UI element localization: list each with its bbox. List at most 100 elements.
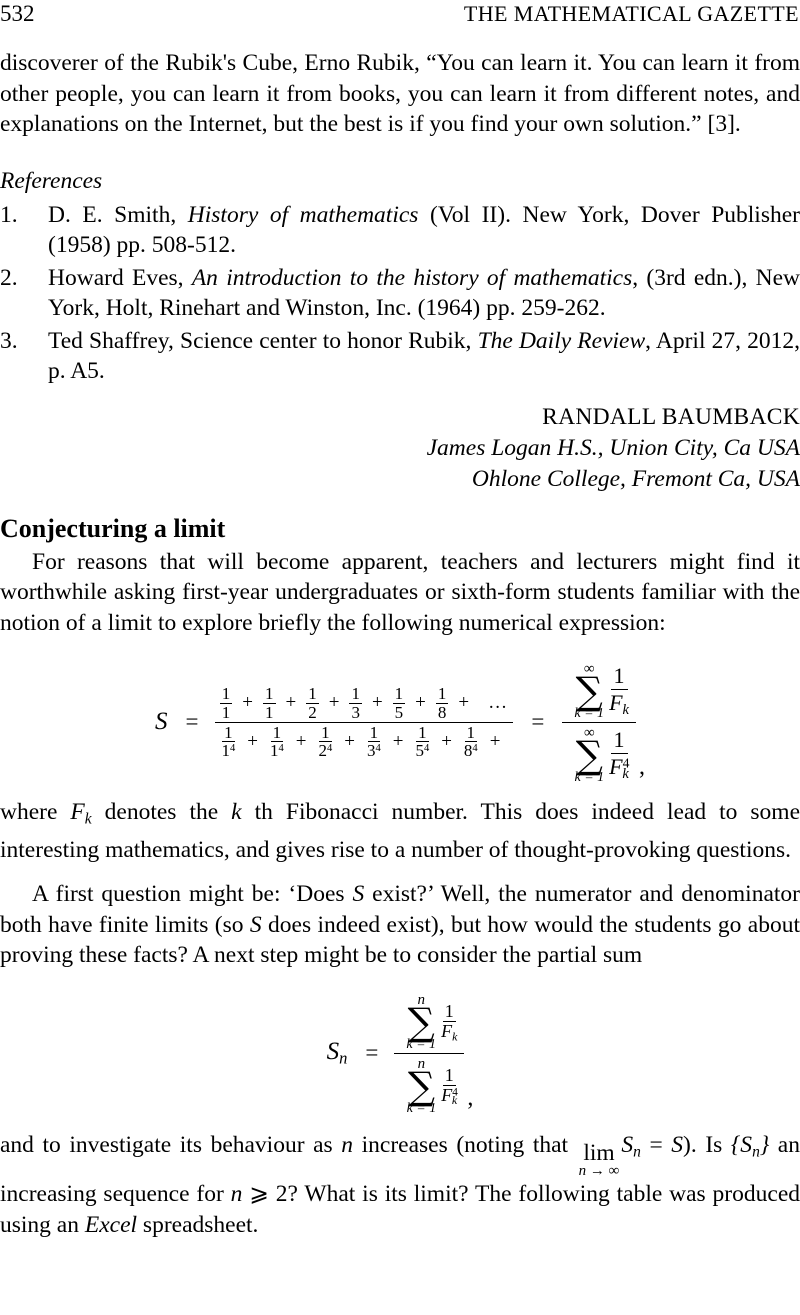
term-fraction: 18 (435, 684, 449, 722)
term-numerator: 1 (263, 684, 276, 704)
article-paragraph-3: A first question might be: ‘Does S exist… (0, 879, 800, 971)
index-k: k (231, 798, 242, 825)
fibonacci-symbol: F (441, 1020, 453, 1041)
summand-denominator: F4k (606, 754, 632, 783)
symbol-n: n (341, 1131, 354, 1158)
term-fraction: 11 (219, 684, 233, 721)
equation-1-equals-2: = (531, 709, 545, 735)
article-paragraph-4: and to investigate its behaviour as n in… (0, 1130, 800, 1241)
equation-2-denominator: n ∑ k = 1 1 F4k (395, 1054, 465, 1116)
lim-word: lim (583, 1139, 615, 1166)
author-affiliation-2: Ohlone College, Fremont Ca, USA (471, 465, 800, 492)
summation-operator: n ∑ k = 1 (406, 1056, 437, 1116)
symbol-S: S (621, 1131, 634, 1158)
plus-sign: + (415, 692, 426, 714)
summand-numerator: 1 (610, 727, 628, 755)
reference-text-part: D. E. Smith, (48, 201, 188, 228)
symbol-S: S (352, 881, 365, 908)
term-denominator: 2 (308, 702, 317, 722)
fibonacci-symbol: F (609, 690, 623, 716)
plus-sign: + (392, 730, 404, 752)
term-numerator: 1 (222, 722, 235, 743)
para4-tail: spreadsheet. (137, 1211, 259, 1238)
sigma-glyph: ∑ (575, 669, 603, 713)
sum-lower-limit: k = 1 (406, 1036, 437, 1052)
plus-sign: + (371, 692, 383, 714)
summand-numerator: 1 (442, 1065, 456, 1086)
fibonacci-symbol: F (609, 754, 623, 780)
summand-fraction: 1 Fk (439, 1002, 459, 1042)
fibonacci-index: k (452, 1028, 458, 1043)
equation-1-numerator: 11 + 11 + 12 + 13 + 15 + 18 + … (214, 684, 514, 723)
term-fraction: 1 34 (365, 724, 383, 760)
reference-item: 3. Ted Shaffrey, Science center to honor… (0, 326, 800, 387)
sum-lower-limit: k = 1 (574, 705, 605, 721)
author-affiliation-1: James Logan H.S., Union City, Ca USA (426, 434, 800, 461)
fibonacci-symbol-inline: Fk (70, 798, 92, 828)
symbol-S: S (249, 911, 262, 938)
term-exponent: 4 (326, 743, 333, 755)
para3-lead: A first question might be: ‘Does (32, 881, 353, 908)
fibonacci-index: k (84, 810, 92, 828)
sigma-glyph: ∑ (575, 732, 603, 777)
fibonacci-index: k (622, 766, 629, 783)
term-denominator: 84 (462, 742, 480, 759)
author-name: RANDALL BAUMBACK (542, 403, 800, 430)
lim-subscript: n → ∞ (578, 1163, 620, 1180)
reference-text-part: Ted Shaffrey, Science center to honor Ru… (48, 327, 478, 354)
equation-1-sigma-fraction: ∞ ∑ k = 1 1 Fk ∞ ∑ k = 1 1 F4k (562, 660, 636, 785)
term-denominator: 34 (365, 742, 383, 759)
term-numerator: 1 (219, 684, 233, 704)
term-fraction: 13 (349, 685, 362, 721)
equation-1-lhs: S (155, 708, 168, 736)
journal-title: THE MATHEMATICAL GAZETTE (463, 1, 799, 26)
equation-2-numerator: n ∑ k = 1 1 Fk (394, 991, 465, 1054)
term-exponent: 4 (375, 743, 381, 755)
plus-sign: + (441, 730, 452, 752)
equation-2-lhs: Sn (327, 1038, 348, 1069)
set-open: {S (730, 1131, 753, 1158)
term-denominator: 24 (316, 742, 334, 759)
reference-item: 1. D. E. Smith, History of mathematics (… (0, 200, 800, 261)
term-denominator: 14 (268, 742, 286, 759)
term-fraction: 1 84 (462, 724, 480, 760)
article-heading: Conjecturing a limit (0, 513, 226, 543)
summand-fraction: 1 F4k (439, 1066, 459, 1106)
summation-operator: ∞ ∑ k = 1 (574, 725, 605, 785)
subscript-n: n (752, 1142, 760, 1160)
ellipsis: … (488, 692, 510, 714)
fibonacci-symbol: F (441, 1084, 453, 1105)
para2-mid: denotes the (91, 798, 232, 825)
set-close: } (759, 1131, 770, 1158)
term-denominator: 54 (413, 742, 431, 759)
summation-operator: n ∑ k = 1 (406, 992, 437, 1052)
summand-fraction: 1 Fk (606, 663, 632, 719)
term-fraction: 1 14 (268, 724, 286, 760)
running-head: 532 THE MATHEMATICAL GAZETTE (0, 0, 800, 30)
equation-2-comma: , (467, 1084, 474, 1111)
references-heading: References (0, 167, 103, 194)
term-base: 2 (318, 741, 327, 761)
article-paragraph-2: where Fk denotes the k th Fibonacci numb… (0, 797, 800, 865)
term-exponent: 4 (278, 743, 284, 755)
summand-numerator: 1 (610, 663, 628, 691)
sum-lower-limit: k = 1 (574, 769, 605, 785)
reference-text: Howard Eves, An introduction to the hist… (48, 263, 800, 324)
plus-sign: + (295, 730, 307, 752)
summand-numerator: 1 (442, 1001, 456, 1022)
display-equation-1: S = 11 + 11 + 12 + 13 + 15 + 1 8 + … 1 1… (0, 660, 800, 785)
term-numerator: 1 (349, 684, 362, 704)
symbol-Sn: Sn (621, 1131, 641, 1160)
term-denominator: 8 (437, 702, 447, 722)
term-numerator: 1 (270, 722, 284, 743)
plus-sign: + (489, 730, 501, 752)
sum-lower-limit: k = 1 (406, 1100, 437, 1116)
sum-expression: ∞ ∑ k = 1 1 Fk (572, 662, 632, 721)
sigma-glyph: ∑ (407, 999, 435, 1044)
term-fraction: 1 14 (220, 724, 238, 760)
reference-item: 2. Howard Eves, An introduction to the h… (0, 263, 800, 324)
references-section: References 1. D. E. Smith, History of ma… (0, 166, 800, 387)
term-numerator: 1 (435, 684, 449, 704)
fibonacci-symbol: F (70, 798, 85, 825)
symbol-S: S (326, 1037, 340, 1065)
